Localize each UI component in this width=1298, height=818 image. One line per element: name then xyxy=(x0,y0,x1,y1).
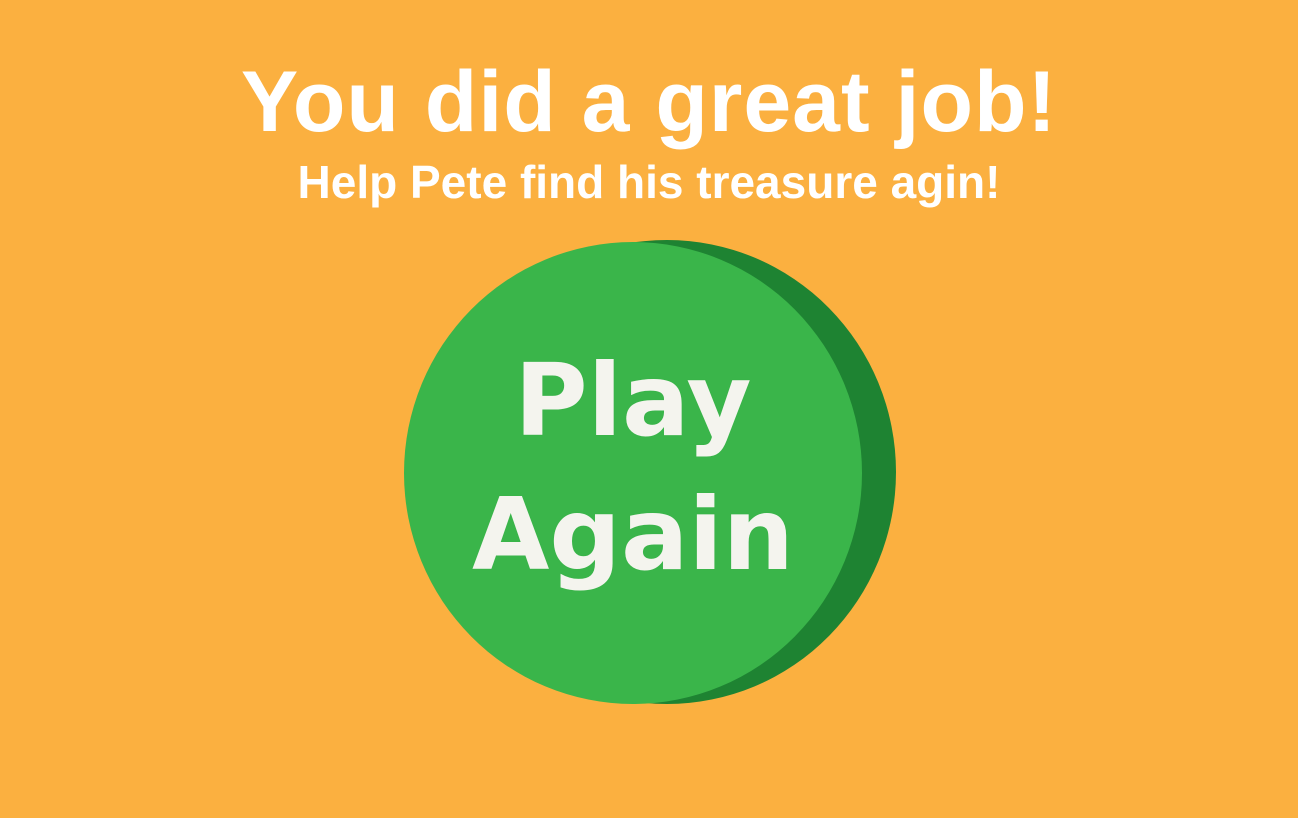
play-again-button[interactable]: Play Again xyxy=(404,240,896,704)
headline: You did a great job! xyxy=(240,54,1058,150)
subline: Help Pete find his treasure agin! xyxy=(297,156,1001,208)
play-again-label-line2: Again xyxy=(472,476,794,593)
play-again-button-face[interactable]: Play Again xyxy=(404,242,862,704)
play-again-label: Play Again xyxy=(404,334,862,602)
end-screen: You did a great job! Help Pete find his … xyxy=(0,0,1298,818)
play-again-label-line1: Play xyxy=(514,342,752,459)
